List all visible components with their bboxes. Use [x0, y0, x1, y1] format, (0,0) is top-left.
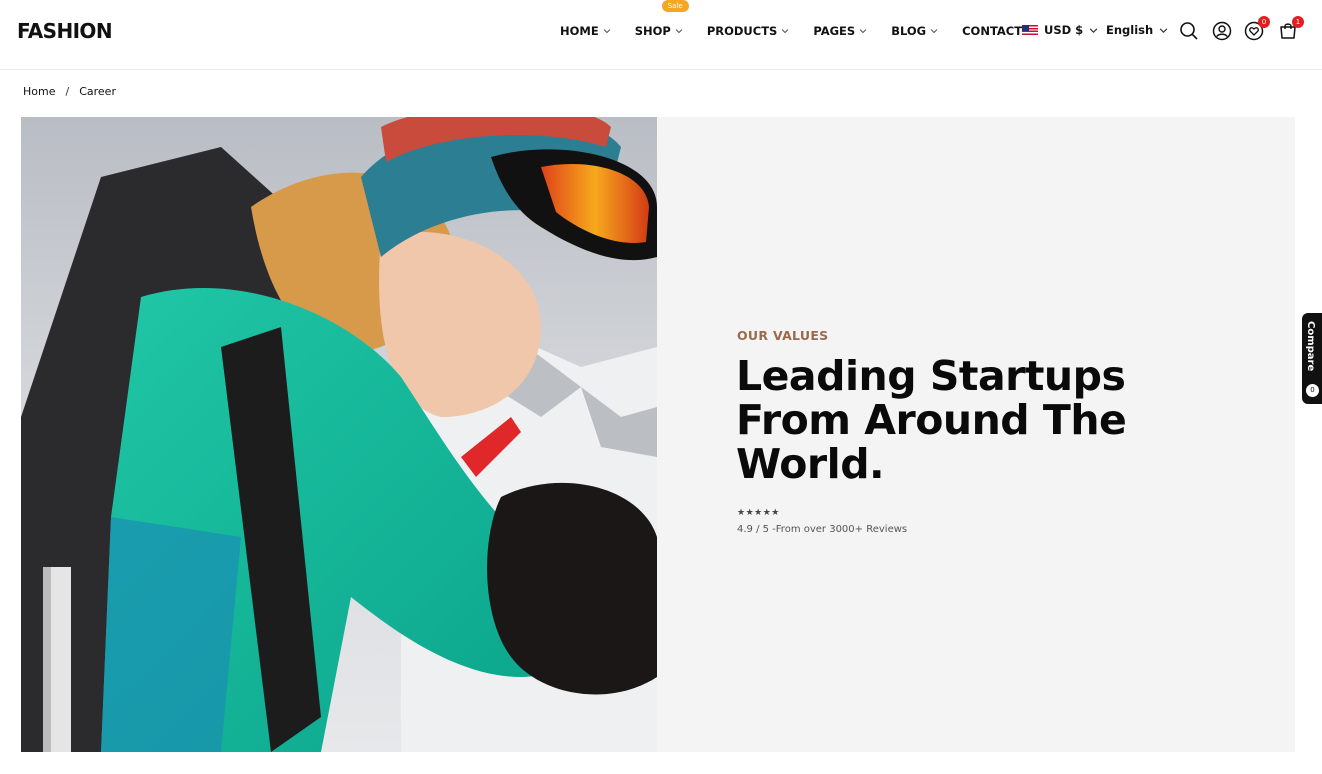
- chevron-down-icon: [675, 27, 683, 35]
- currency-label: USD $: [1044, 23, 1084, 37]
- brand-logo[interactable]: FASHION: [17, 19, 113, 43]
- nav-item-label: BLOG: [891, 24, 927, 38]
- hero-text-panel: OUR VALUES Leading Startups From Around …: [657, 117, 1295, 752]
- language-selector[interactable]: English: [1106, 23, 1168, 37]
- sale-badge: Sale: [661, 0, 689, 12]
- section-eyebrow: OUR VALUES: [737, 328, 829, 343]
- nav-item-label: CONTACT: [962, 24, 1023, 38]
- nav-item-label: PAGES: [813, 24, 856, 38]
- search-icon: [1180, 22, 1198, 40]
- nav-item-pages[interactable]: PAGES: [813, 24, 867, 38]
- breadcrumb-separator: /: [65, 85, 70, 98]
- currency-selector[interactable]: USD $: [1022, 23, 1098, 37]
- nav-item-label: SHOP: [634, 24, 671, 38]
- hero-image: [21, 117, 657, 752]
- nav-item-label: PRODUCTS: [706, 24, 778, 38]
- nav-item-label: HOME: [560, 24, 599, 38]
- us-flag-icon: [1022, 25, 1038, 35]
- chevron-down-icon: [1089, 26, 1098, 35]
- nav-item-shop[interactable]: Sale SHOP: [634, 0, 689, 38]
- nav-item-blog[interactable]: BLOG: [891, 24, 938, 38]
- breadcrumb-current: Career: [79, 85, 116, 98]
- chevron-down-icon: [859, 27, 867, 35]
- wishlist-count-badge: 0: [1258, 16, 1270, 28]
- breadcrumb-home-link[interactable]: Home: [23, 85, 55, 98]
- skier-photo-illustration: [21, 117, 657, 752]
- compare-label: Compare: [1305, 321, 1316, 372]
- account-button[interactable]: [1212, 21, 1232, 41]
- breadcrumb: Home / Career: [23, 85, 116, 98]
- language-label: English: [1106, 23, 1154, 37]
- main-nav: HOME Sale SHOP PRODUCTS PAGES BLOG CONTA…: [560, 0, 1022, 62]
- user-icon: [1212, 21, 1232, 41]
- chevron-down-icon: [781, 27, 789, 35]
- chevron-down-icon: [1159, 26, 1168, 35]
- cart-count-badge: 1: [1292, 16, 1304, 28]
- rating-stars: ★★★★★: [737, 508, 780, 518]
- rating-summary: 4.9 / 5 -From over 3000+ Reviews: [737, 524, 908, 535]
- compare-tab[interactable]: Compare 0: [1302, 313, 1322, 404]
- wishlist-button[interactable]: 0: [1244, 16, 1270, 41]
- nav-item-products[interactable]: PRODUCTS: [707, 24, 790, 38]
- site-header: FASHION HOME Sale SHOP PRODUCTS PAGES BL…: [0, 0, 1322, 70]
- chevron-down-icon: [930, 27, 938, 35]
- chevron-down-icon: [603, 27, 611, 35]
- cart-button[interactable]: 1: [1278, 16, 1304, 41]
- search-button[interactable]: [1179, 21, 1199, 41]
- nav-item-home[interactable]: HOME: [560, 24, 611, 38]
- hero-heading: Leading Startups From Around The World.: [736, 352, 1127, 488]
- compare-count-badge: 0: [1306, 384, 1319, 397]
- nav-item-contact[interactable]: CONTACT: [962, 24, 1022, 38]
